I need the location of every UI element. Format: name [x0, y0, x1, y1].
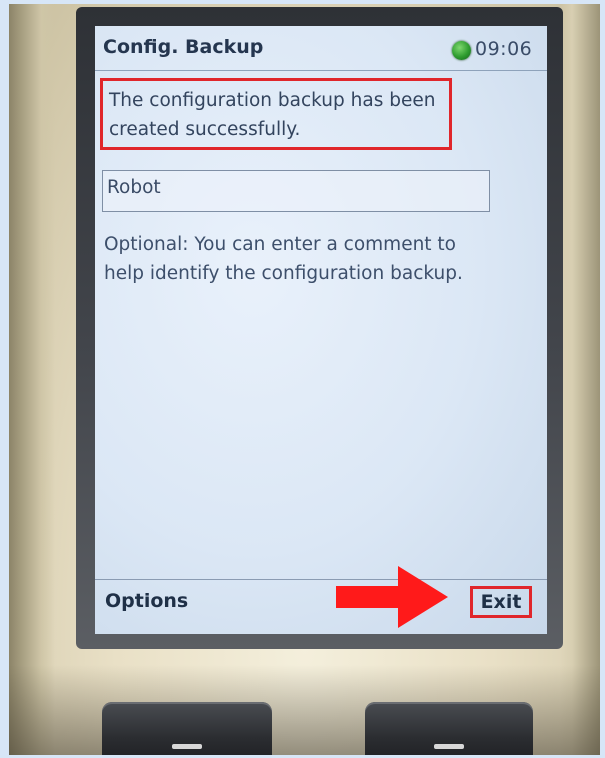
success-message-text: The configuration backup has been create…: [109, 90, 436, 140]
lcd-screen: Config. Backup 09:06 The configuration b…: [95, 26, 547, 634]
page-title: Config. Backup: [103, 36, 264, 58]
handheld-device: Config. Backup 09:06 The configuration b…: [9, 4, 600, 758]
photo-border: [0, 0, 9, 758]
device-side-shadow: [9, 4, 55, 755]
clock: 09:06: [475, 38, 533, 60]
success-message: The configuration backup has been create…: [100, 78, 452, 150]
title-bar: Config. Backup 09:06: [95, 26, 547, 71]
exit-softkey[interactable]: Exit: [470, 586, 532, 618]
status-led-icon: [452, 41, 471, 60]
dash-icon: [172, 744, 202, 749]
left-hardware-button[interactable]: [102, 702, 272, 758]
device-side-shadow: [560, 4, 600, 755]
options-softkey[interactable]: Options: [105, 590, 188, 612]
dash-icon: [434, 744, 464, 749]
softkey-bar: Options Exit: [95, 579, 547, 634]
red-arrow-icon: [336, 566, 448, 628]
device-photo: Config. Backup 09:06 The configuration b…: [0, 0, 605, 758]
comment-hint: Optional: You can enter a comment to hel…: [104, 234, 463, 284]
photo-border: [600, 0, 605, 758]
right-hardware-button[interactable]: [365, 702, 533, 758]
comment-input[interactable]: Robot: [102, 170, 490, 212]
